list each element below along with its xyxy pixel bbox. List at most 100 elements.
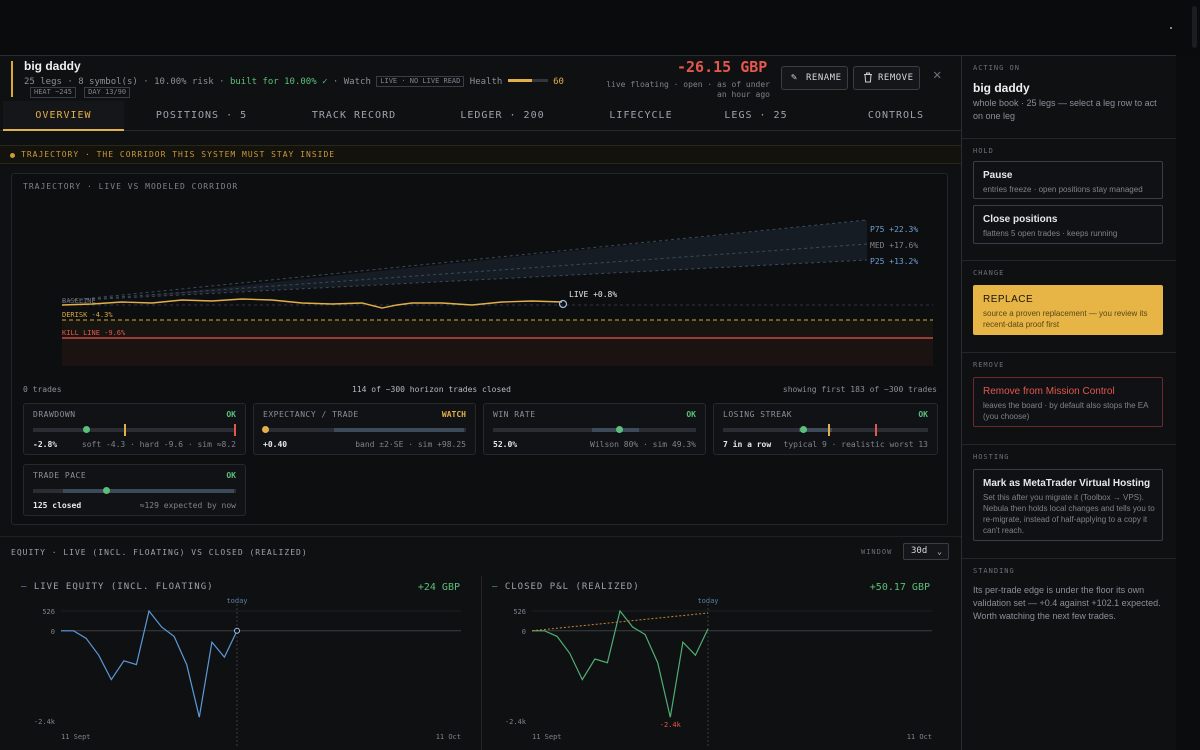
tab-lifecycle[interactable]: LIFECYCLE — [576, 101, 706, 131]
metric-track — [493, 426, 696, 433]
metric-status: OK — [226, 471, 236, 480]
tab-track-record[interactable]: TRACK RECORD — [279, 101, 429, 131]
banner-dot — [10, 153, 15, 158]
metric-marker — [799, 426, 807, 433]
close-positions-desc: flattens 5 open trades · keeps running — [983, 229, 1118, 238]
health-value: 60 — [553, 77, 564, 87]
metric-status: OK — [686, 410, 696, 419]
metric-marker — [82, 426, 90, 433]
acting-desc: whole book · 25 legs — select a leg row … — [973, 98, 1157, 121]
change-label: CHANGE — [973, 269, 1005, 277]
metric-trade-pace: TRADE PACE OK 125 closed ≈129 expected b… — [23, 464, 246, 516]
hosting-desc: Set this after you migrate it (Toolbox →… — [983, 493, 1155, 535]
remove-section: REMOVE Remove from Mission Control leave… — [962, 352, 1176, 444]
live-equity-amount: +24 GBP — [417, 582, 460, 593]
trajectory-footer-left: 0 trades — [23, 385, 62, 394]
metric-expectancy: EXPECTANCY / TRADE WATCH +0.40 band ±2·S… — [253, 403, 476, 455]
sidebar-scroll-gutter — [1176, 55, 1200, 750]
change-section: CHANGE REPLACE source a proven replaceme… — [962, 260, 1176, 352]
pnl-subtext: live floating · open · as of under an ho… — [606, 80, 770, 99]
tab-controls[interactable]: CONTROLS — [850, 101, 942, 131]
metric-track — [262, 426, 466, 433]
remove-section-label: REMOVE — [973, 361, 1005, 369]
tab-overview[interactable]: OVERVIEW — [3, 101, 124, 131]
pencil-icon: ✎ — [791, 72, 798, 83]
acting-title: big daddy — [973, 81, 1030, 95]
replace-desc: source a proven replacement — you review… — [983, 309, 1148, 329]
risk: 10.00% risk — [154, 77, 214, 87]
health-label: Health — [469, 77, 503, 87]
x-tick-label: 11 Oct — [436, 733, 461, 741]
system-panel: big daddy 25 legs · 8 symbol(s) · 10.00%… — [0, 55, 962, 750]
derisk-label: DERISK -4.3% — [62, 311, 113, 319]
page-scrollbar[interactable] — [1192, 6, 1197, 48]
remove-mission-button[interactable]: Remove from Mission Control leaves the b… — [973, 377, 1163, 427]
closed-pnl-chart: 526 0 -2.4k 11 Sept 11 Oct today -2.4k — [505, 597, 932, 746]
metric-losing-streak: LOSING STREAK OK 7 in a row typical 9 · … — [713, 403, 938, 455]
live-path — [61, 298, 563, 309]
equity-title: EQUITY · LIVE (INCL. FLOATING) VS CLOSED… — [11, 548, 308, 557]
live-label: LIVE +0.8% — [569, 290, 617, 299]
live-endpoint-marker — [234, 627, 240, 634]
watch-label: Watch — [343, 77, 371, 87]
legs-count: 25 legs — [24, 77, 62, 87]
heat-tag: HEAT ~245 — [30, 87, 76, 98]
min-value-label: -2.4k — [660, 721, 682, 729]
floating-pnl: -26.15 GBP — [677, 58, 768, 76]
worst-tick — [874, 424, 877, 436]
y-tick-label: 526 — [42, 608, 55, 616]
action-sidebar: ACTING ON big daddy whole book · 25 legs… — [962, 55, 1176, 750]
remove-label: REMOVE — [878, 73, 914, 83]
metric-value: -2.8% — [33, 440, 58, 449]
metric-value: 125 closed — [33, 501, 82, 510]
metric-name: DRAWDOWN — [33, 410, 76, 419]
metric-note: ≈129 expected by now — [139, 501, 236, 510]
remove-button[interactable]: REMOVE — [853, 66, 920, 90]
closed-pnl-label-text: CLOSED P&L (REALIZED) — [504, 582, 640, 592]
close-positions-button[interactable]: Close positions flattens 5 open trades ·… — [973, 205, 1163, 244]
replace-button[interactable]: REPLACE source a proven replacement — yo… — [973, 285, 1163, 335]
baseline-label: BASELINE — [62, 297, 96, 305]
metric-drawdown: DRAWDOWN OK -2.8% soft -4.3 · hard -9.6 … — [23, 403, 246, 455]
close-icon[interactable]: ✕ — [933, 67, 941, 83]
hosting-section: HOSTING Mark as MetaTrader Virtual Hosti… — [962, 444, 1176, 558]
metric-name: TRADE PACE — [33, 471, 87, 480]
mark-hosting-button[interactable]: Mark as MetaTrader Virtual Hosting Set t… — [973, 469, 1163, 541]
pause-title: Pause — [983, 170, 1013, 181]
acting-section: ACTING ON big daddy whole book · 25 legs… — [962, 56, 1176, 138]
live-pill: LIVE · NO LIVE READ — [376, 76, 465, 87]
symbol-count: 8 symbol(s) — [78, 77, 138, 87]
metric-status: OK — [918, 410, 928, 419]
expected-path-line — [531, 612, 709, 632]
header-accent — [11, 61, 13, 97]
tab-ledger[interactable]: LEDGER · 200 — [440, 101, 565, 131]
rename-label: RENAME — [806, 73, 842, 83]
metric-track — [723, 424, 928, 436]
window-label: WINDOW — [861, 548, 893, 556]
header-tags: HEAT ~245 DAY 13/90 — [30, 87, 134, 98]
window-select[interactable]: 30d ⌄ — [903, 543, 949, 560]
typical-tick — [827, 424, 830, 436]
y-tick-label: 0 — [522, 628, 526, 636]
metric-band — [63, 489, 234, 493]
top-strip — [0, 0, 1200, 55]
metric-status: WATCH — [441, 410, 466, 419]
acting-label: ACTING ON — [973, 64, 1020, 72]
pause-button[interactable]: Pause entries freeze · open positions st… — [973, 161, 1163, 199]
metric-marker — [262, 426, 270, 433]
y-tick-label: 0 — [51, 628, 55, 636]
remove-mission-title: Remove from Mission Control — [983, 386, 1115, 397]
closed-pnl-amount: +50.17 GBP — [869, 582, 930, 593]
metric-name: LOSING STREAK — [723, 410, 793, 419]
rename-button[interactable]: ✎ RENAME — [781, 66, 848, 90]
day-tag: DAY 13/90 — [84, 87, 131, 98]
hold-section: HOLD Pause entries freeze · open positio… — [962, 138, 1176, 260]
tab-legs[interactable]: LEGS · 25 — [714, 101, 798, 131]
system-title: big daddy — [24, 59, 81, 73]
window-value: 30d — [911, 546, 928, 556]
metric-note: soft -4.3 · hard -9.6 · sim ≈8.2 — [81, 440, 236, 449]
x-tick-label: 11 Sept — [61, 733, 91, 741]
pause-desc: entries freeze · open positions stay man… — [983, 185, 1143, 194]
tab-positions[interactable]: POSITIONS · 5 — [141, 101, 262, 131]
live-equity-chart: 526 0 -2.4k 11 Sept 11 Oct today — [34, 597, 461, 746]
